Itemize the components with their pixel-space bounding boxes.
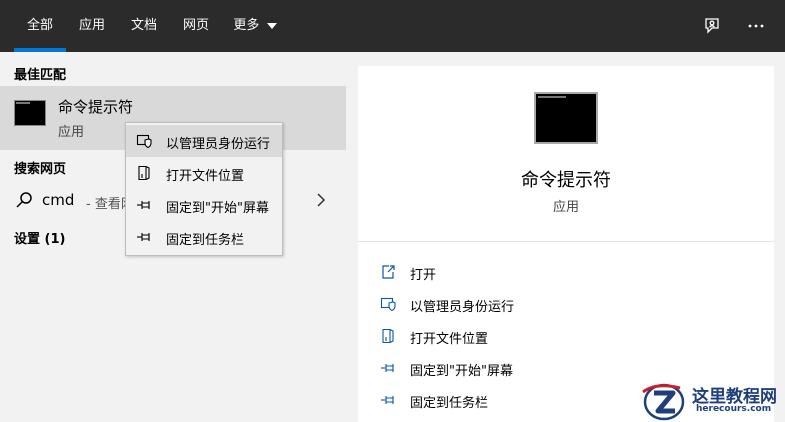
tab-web-label: 网页 [182, 18, 209, 33]
watermark-logo-icon [642, 383, 685, 421]
file-location-icon [382, 328, 394, 344]
command-prompt-icon [14, 100, 46, 126]
context-run-as-admin-label: 以管理员身份运行 [166, 137, 271, 152]
tab-documents[interactable]: 文档 [122, 0, 166, 52]
watermark: 这里教程网 herecours.com [640, 378, 785, 422]
tab-all-label: 全部 [26, 18, 53, 33]
action-open-label: 打开 [410, 268, 437, 283]
shield-icon [136, 134, 152, 149]
context-run-as-admin[interactable]: 以管理员身份运行 [126, 125, 282, 157]
web-search-query: cmd [42, 191, 75, 209]
context-open-file-location-label: 打开文件位置 [166, 169, 245, 184]
pin-icon [137, 233, 150, 241]
pin-icon [137, 201, 150, 209]
tab-apps[interactable]: 应用 [70, 0, 114, 52]
action-open[interactable]: 打开 [380, 260, 760, 284]
open-icon [382, 265, 395, 279]
settings-heading[interactable]: 设置 (1) [14, 228, 65, 247]
preview-title: 命令提示符 [521, 170, 611, 191]
tab-apps-label: 应用 [78, 18, 105, 33]
command-prompt-large-icon [534, 92, 598, 144]
context-open-file-location[interactable]: 打开文件位置 [126, 157, 282, 189]
chevron-down-icon [266, 22, 277, 29]
tab-documents-label: 文档 [130, 18, 157, 33]
pin-icon [381, 364, 394, 372]
best-match-subtitle: 应用 [58, 125, 85, 140]
preview-panel: 命令提示符 应用 打开 以管理员身份运行 打开文件位置 固定到"开始"屏幕 固定… [358, 66, 774, 422]
tab-more[interactable]: 更多 [226, 0, 284, 52]
web-search-heading: 搜索网页 [14, 162, 67, 177]
context-pin-to-start[interactable]: 固定到"开始"屏幕 [126, 189, 282, 221]
action-pin-to-start[interactable]: 固定到"开始"屏幕 [380, 356, 760, 380]
action-pin-to-start-label: 固定到"开始"屏幕 [410, 364, 513, 379]
preview-subtitle: 应用 [552, 200, 579, 215]
context-pin-to-taskbar[interactable]: 固定到任务栏 [126, 221, 282, 253]
watermark-url: herecours.com [696, 404, 772, 414]
tab-more-label: 更多 [233, 18, 260, 33]
context-pin-to-start-label: 固定到"开始"屏幕 [166, 201, 269, 216]
shield-icon [380, 297, 396, 312]
file-location-icon [138, 165, 150, 181]
best-match-heading: 最佳匹配 [14, 68, 67, 83]
pin-icon [381, 396, 394, 404]
tab-web[interactable]: 网页 [174, 0, 218, 52]
feedback-icon[interactable] [700, 14, 724, 38]
search-icon [16, 192, 32, 208]
action-run-as-admin[interactable]: 以管理员身份运行 [380, 292, 760, 316]
tab-all[interactable]: 全部 [14, 0, 66, 52]
context-pin-to-taskbar-label: 固定到任务栏 [166, 233, 245, 248]
search-filter-bar: 全部 应用 文档 网页 更多 [0, 0, 785, 52]
action-open-file-location-label: 打开文件位置 [410, 332, 489, 347]
more-options-icon[interactable] [744, 14, 768, 38]
action-open-file-location[interactable]: 打开文件位置 [380, 324, 760, 348]
action-run-as-admin-label: 以管理员身份运行 [410, 300, 515, 315]
best-match-title: 命令提示符 [58, 98, 134, 116]
chevron-right-icon[interactable] [314, 192, 328, 208]
action-pin-to-taskbar-label: 固定到任务栏 [410, 396, 489, 411]
context-menu: 以管理员身份运行 打开文件位置 固定到"开始"屏幕 固定到任务栏 [125, 122, 283, 256]
preview-divider [358, 241, 774, 242]
